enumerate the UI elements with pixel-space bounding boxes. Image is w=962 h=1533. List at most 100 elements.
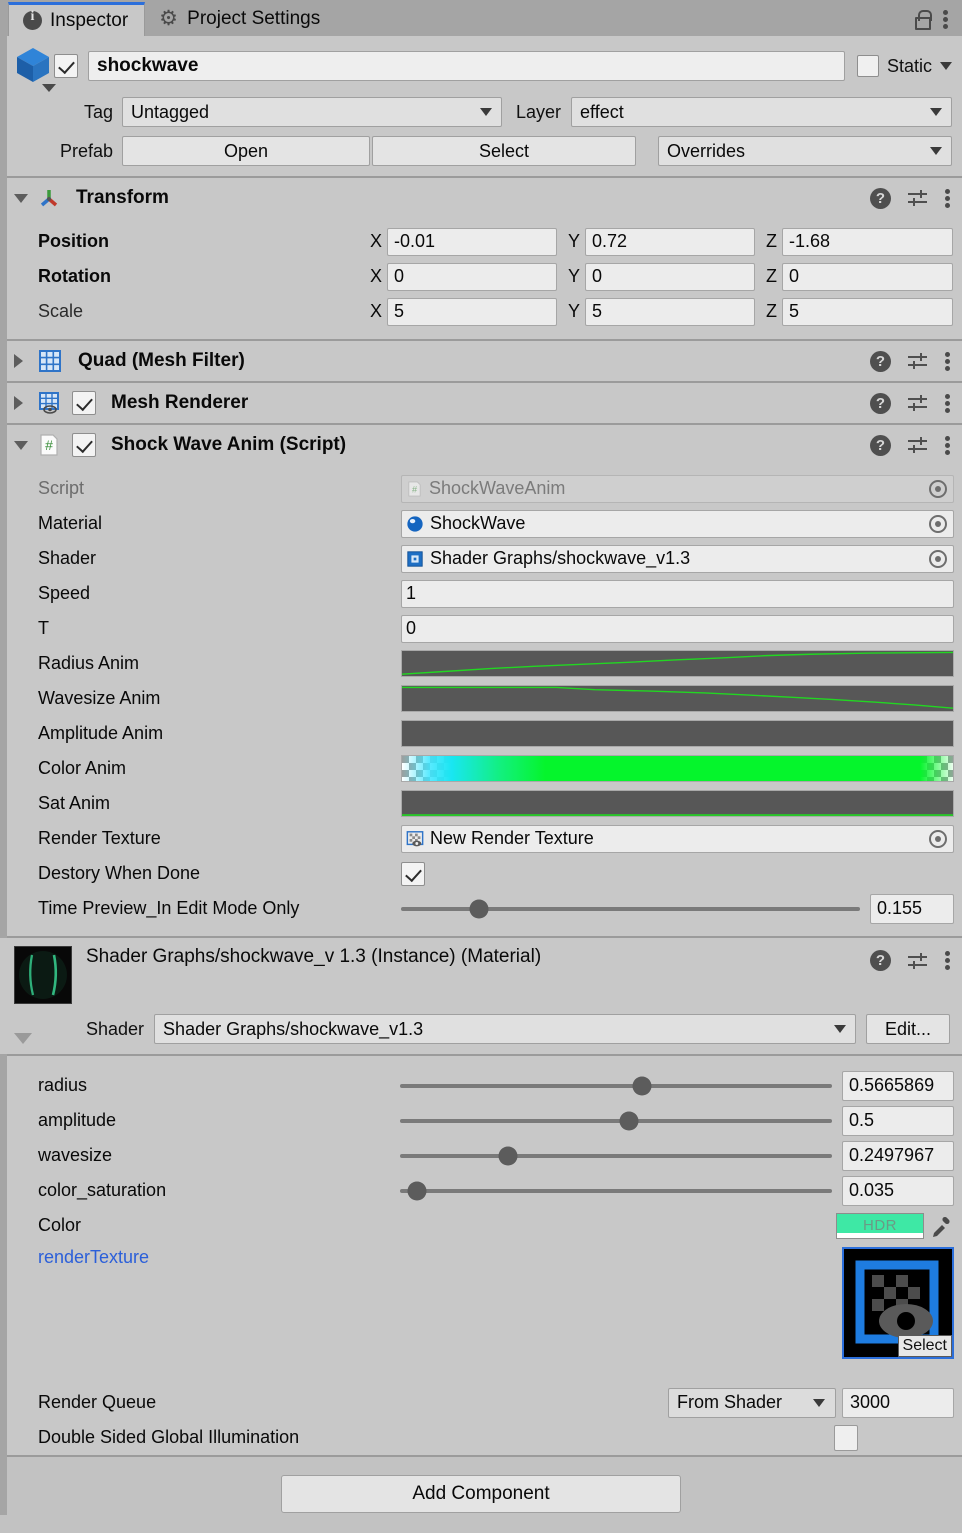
component-menu-icon[interactable]: [945, 435, 950, 455]
color-saturation-value-input[interactable]: 0.035: [842, 1175, 954, 1206]
tab-inspector[interactable]: Inspector: [8, 2, 146, 36]
kebab-menu-icon[interactable]: [943, 9, 948, 29]
gameobject-enabled-checkbox[interactable]: [54, 54, 78, 78]
render-queue-dropdown[interactable]: From Shader: [668, 1387, 836, 1418]
layer-chevron-down-icon: [930, 108, 942, 116]
amplitude-label: amplitude: [38, 1110, 117, 1130]
preset-icon[interactable]: [907, 435, 929, 455]
position-y-input[interactable]: 0.72: [585, 227, 755, 256]
material-foldout-icon[interactable]: [14, 1033, 32, 1044]
static-checkbox[interactable]: [856, 55, 879, 77]
render-queue-label: Render Queue: [38, 1392, 157, 1412]
eyedropper-icon[interactable]: [928, 1213, 954, 1239]
wavesize-anim-curve-field[interactable]: [401, 685, 954, 712]
speed-input[interactable]: 1: [401, 579, 954, 608]
object-picker-icon[interactable]: [929, 829, 947, 848]
component-header-shock-wave-anim[interactable]: # Shock Wave Anim (Script): [0, 425, 962, 465]
time-preview-slider-knob[interactable]: [469, 899, 489, 918]
help-icon[interactable]: [870, 434, 891, 456]
t-input[interactable]: 0: [401, 614, 954, 643]
material-shader-value: Shader Graphs/shockwave_v1.3: [163, 1018, 424, 1039]
transform-foldout-icon[interactable]: [14, 193, 28, 203]
amplitude-slider-knob[interactable]: [619, 1111, 639, 1130]
component-menu-icon[interactable]: [945, 351, 950, 371]
preset-icon[interactable]: [907, 393, 929, 413]
sat-anim-curve-field[interactable]: [401, 790, 954, 817]
material-shader-dropdown[interactable]: Shader Graphs/shockwave_v1.3: [154, 1014, 856, 1044]
shader-object-field[interactable]: Shader Graphs/shockwave_v1.3: [401, 544, 954, 573]
component-header-transform[interactable]: Transform: [0, 178, 962, 218]
chevron-down-icon[interactable]: [42, 84, 56, 92]
position-x-input[interactable]: -0.01: [387, 227, 557, 256]
color-anim-gradient-field[interactable]: [401, 755, 954, 782]
object-picker-icon[interactable]: [929, 549, 947, 568]
amplitude-slider[interactable]: [400, 1111, 832, 1130]
static-chevron-down-icon[interactable]: [940, 62, 952, 70]
radius-value-input[interactable]: 0.5665869: [842, 1070, 954, 1101]
prefab-open-button[interactable]: Open: [122, 136, 370, 166]
material-object-field[interactable]: ShockWave: [401, 509, 954, 538]
scale-z-input[interactable]: 5: [782, 297, 953, 326]
component-header-mesh-renderer[interactable]: Mesh Renderer: [0, 383, 962, 423]
render-queue-value-input[interactable]: 3000: [842, 1387, 954, 1418]
scale-y-input[interactable]: 5: [585, 297, 755, 326]
prefab-select-button[interactable]: Select: [372, 136, 636, 166]
preset-icon[interactable]: [907, 351, 929, 371]
script-enabled-checkbox[interactable]: [72, 433, 96, 457]
rotation-y-input[interactable]: 0: [585, 262, 755, 291]
preset-icon[interactable]: [907, 951, 929, 971]
render-texture-thumbnail[interactable]: Select: [842, 1247, 954, 1359]
color-swatch[interactable]: HDR: [836, 1212, 924, 1239]
radius-anim-curve-field[interactable]: [401, 650, 954, 677]
destroy-when-done-checkbox[interactable]: [401, 861, 425, 886]
help-icon[interactable]: [870, 392, 891, 414]
double-sided-gi-checkbox[interactable]: [834, 1424, 858, 1451]
component-menu-icon[interactable]: [945, 393, 950, 413]
help-icon[interactable]: [870, 350, 891, 372]
component-menu-icon[interactable]: [945, 188, 950, 208]
wavesize-slider-knob[interactable]: [498, 1146, 518, 1165]
object-picker-icon[interactable]: [929, 514, 947, 533]
material-preview-thumbnail: [14, 946, 72, 1004]
prefab-select-label: Select: [478, 140, 530, 161]
mesh-filter-foldout-icon[interactable]: [14, 354, 28, 368]
add-component-button[interactable]: Add Component: [281, 1475, 681, 1513]
mesh-renderer-enabled-checkbox[interactable]: [72, 391, 96, 415]
preset-icon[interactable]: [907, 188, 929, 208]
wavesize-value-input[interactable]: 0.2497967: [842, 1140, 954, 1171]
help-icon[interactable]: [870, 950, 891, 971]
rotation-z-input[interactable]: 0: [782, 262, 953, 291]
gameobject-name-input[interactable]: shockwave: [88, 51, 845, 81]
script-file-icon: #: [408, 480, 421, 497]
tag-dropdown[interactable]: Untagged: [122, 97, 502, 127]
radius-slider-knob[interactable]: [632, 1076, 652, 1095]
material-row-radius: radius 0.5665869: [0, 1068, 962, 1103]
rotation-x-input[interactable]: 0: [387, 262, 557, 291]
amplitude-value-input[interactable]: 0.5: [842, 1105, 954, 1136]
amplitude-anim-curve-field[interactable]: [401, 720, 954, 747]
static-toggle-group[interactable]: Static: [856, 55, 952, 77]
wavesize-slider[interactable]: [400, 1146, 832, 1165]
component-header-mesh-filter[interactable]: Quad (Mesh Filter): [0, 341, 962, 381]
tag-chevron-down-icon: [480, 108, 492, 116]
edit-shader-button[interactable]: Edit...: [866, 1014, 950, 1044]
select-badge[interactable]: Select: [897, 1335, 952, 1357]
position-z-input[interactable]: -1.68: [782, 227, 953, 256]
tab-project-settings[interactable]: ⚙ Project Settings: [145, 2, 337, 36]
radius-slider[interactable]: [400, 1076, 832, 1095]
lock-icon[interactable]: [913, 10, 932, 30]
queue-chevron-down-icon: [813, 1398, 825, 1407]
scale-x-input[interactable]: 5: [387, 297, 557, 326]
help-icon[interactable]: [870, 187, 891, 209]
color-saturation-slider[interactable]: [400, 1181, 832, 1200]
color-saturation-slider-knob[interactable]: [407, 1181, 427, 1200]
layer-dropdown[interactable]: effect: [571, 97, 952, 127]
double-sided-gi-label: Double Sided Global Illumination: [38, 1427, 300, 1447]
time-preview-value-input[interactable]: 0.155: [870, 893, 954, 924]
script-foldout-icon[interactable]: [14, 440, 28, 450]
mesh-renderer-foldout-icon[interactable]: [14, 396, 28, 410]
time-preview-slider[interactable]: [401, 899, 860, 918]
component-menu-icon[interactable]: [945, 951, 950, 970]
prefab-overrides-dropdown[interactable]: Overrides: [658, 136, 952, 166]
render-texture-object-field[interactable]: New Render Texture: [401, 824, 954, 853]
